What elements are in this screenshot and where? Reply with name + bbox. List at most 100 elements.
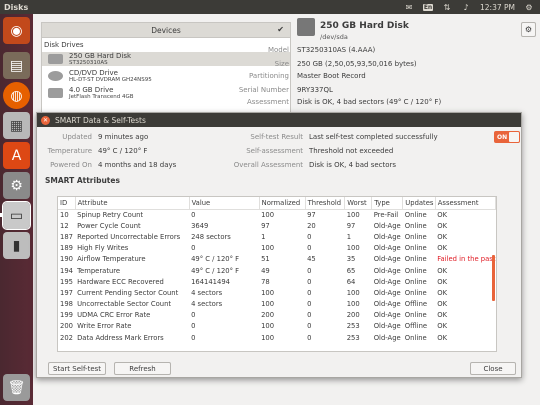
table-cell: Online — [404, 311, 427, 320]
table-cell: 0 — [191, 244, 196, 253]
start-self-test-button[interactable]: Start Self-test — [48, 362, 106, 375]
table-row[interactable]: 12 Power Cycle Count 3649 97 20 97 Old-Age Onli… — [58, 220, 496, 231]
firefox-icon[interactable]: ◍ — [3, 82, 30, 109]
refresh-button[interactable]: Refresh — [114, 362, 171, 375]
keyboard-indicator[interactable]: En — [422, 2, 434, 12]
table-cell: 1 — [261, 232, 266, 241]
table-cell: Old-Age — [373, 311, 401, 320]
table-cell: 4 sectors — [191, 300, 223, 309]
column-header[interactable]: Updates — [402, 197, 436, 210]
table-cell: 0 — [307, 266, 312, 275]
table-row[interactable]: 194 Temperature 49° C / 120° F 49 0 65 Old-Age… — [58, 265, 496, 276]
disk-info-row: Assessment Disk is OK, 4 bad sectors (49°… — [234, 98, 441, 106]
table-row[interactable]: 195 Hardware ECC Recovered 164141494 78 0 64 O… — [58, 276, 496, 287]
smart-attributes-table[interactable]: ID Attribute Value Normalized Threshold … — [57, 196, 497, 352]
table-cell: Online — [404, 221, 427, 230]
table-cell: OK — [437, 244, 448, 253]
table-row[interactable]: 200 Write Error Rate 0 100 0 253 Old-Age Offlin… — [58, 321, 496, 332]
table-scrollbar[interactable] — [492, 255, 495, 301]
table-cell: 100 — [346, 210, 360, 219]
keyboard-layout-label: En — [422, 3, 434, 11]
table-row[interactable]: 202 Data Address Mark Errors 0 100 0 253 Old-A… — [58, 332, 496, 343]
column-header[interactable]: Attribute — [75, 197, 190, 210]
info-key: Powered On — [50, 161, 92, 169]
table-row[interactable]: 199 UDMA CRC Error Rate 0 200 0 200 Old-Age Onl… — [58, 310, 496, 321]
table-row[interactable]: 187 Reported Uncorrectable Errors 248 sect… — [58, 231, 496, 242]
launcher: ◉ ▤ ◍ ▦ A ⚙ ▭ ▮ 🗑 — [0, 14, 33, 405]
power-icon[interactable]: ⚙ — [524, 2, 534, 12]
disks-app-icon[interactable]: ▭ — [2, 201, 31, 230]
info-key: Model — [267, 46, 289, 54]
disk-info-row: Model ST3250310AS (4.AAA) — [234, 46, 375, 54]
table-cell: 189 — [60, 244, 73, 253]
smart-info-row: Self-test Result Last self-test completed… — [207, 133, 437, 141]
info-key: Assessment — [247, 98, 289, 106]
mail-icon[interactable]: ✉ — [404, 2, 414, 12]
hard-disk-icon — [297, 18, 315, 36]
column-header[interactable]: Worst — [344, 197, 373, 210]
column-header[interactable]: Type — [371, 197, 404, 210]
smart-info-row: Overall Assessment Disk is OK, 4 bad sect… — [207, 161, 396, 169]
table-cell: 100 — [261, 288, 275, 297]
table-cell: 190 — [60, 255, 73, 264]
clock[interactable]: 12:37 PM — [480, 3, 515, 12]
toggle-label: ON — [497, 133, 508, 141]
trash-icon[interactable]: 🗑 — [3, 374, 30, 401]
table-cell: 197 — [60, 288, 73, 297]
table-cell: 0 — [307, 333, 312, 342]
smart-enable-toggle[interactable]: ON — [494, 131, 520, 143]
office-document-icon[interactable]: ▦ — [3, 112, 30, 139]
close-icon[interactable]: ✕ — [41, 115, 50, 125]
volume-icon[interactable]: ♪ — [461, 2, 471, 12]
table-cell: 0 — [307, 300, 312, 309]
column-header[interactable]: Assessment — [435, 197, 496, 210]
table-cell: OK — [437, 333, 448, 342]
table-row[interactable]: 190 Airflow Temperature 49° C / 120° F 51 45… — [58, 254, 496, 265]
table-cell: Old-Age — [373, 333, 401, 342]
table-header-row: ID Attribute Value Normalized Threshold … — [58, 197, 496, 210]
table-cell: High Fly Writes — [77, 244, 129, 253]
table-cell: Write Error Rate — [77, 322, 132, 331]
device-model: ST3250310AS — [69, 60, 108, 66]
info-key: Serial Number — [238, 86, 289, 94]
table-cell: OK — [437, 311, 448, 320]
column-header[interactable]: Normalized — [259, 197, 306, 210]
drive-options-button[interactable]: ⚙ — [521, 22, 536, 37]
table-row[interactable]: 189 High Fly Writes 0 100 0 100 Old-Age Online O… — [58, 243, 496, 254]
table-cell: 51 — [261, 255, 270, 264]
table-cell: OK — [437, 288, 448, 297]
table-cell: OK — [437, 300, 448, 309]
table-row[interactable]: 10 Spinup Retry Count 0 100 97 100 Pre-Fail Onl… — [58, 209, 496, 220]
table-cell: Airflow Temperature — [77, 255, 146, 264]
software-center-icon[interactable]: A — [3, 142, 30, 169]
smart-dialog: ✕ SMART Data & Self-Tests Updated 9 minut… — [36, 112, 522, 378]
table-cell: Old-Age — [373, 300, 401, 309]
table-cell: 100 — [261, 300, 275, 309]
table-cell: Offline — [404, 322, 428, 331]
close-button[interactable]: Close — [470, 362, 516, 375]
info-value: Master Boot Record — [297, 72, 366, 80]
table-cell: 100 — [261, 244, 275, 253]
device-model: HL-DT-ST DVDRAM GH24NS95 — [69, 77, 152, 83]
checkmark-icon[interactable]: ✔ — [277, 25, 284, 34]
disk-info-row: Size 250 GB (2,50,05,93,50,016 bytes) — [234, 60, 417, 68]
column-header[interactable]: Value — [189, 197, 260, 210]
table-cell: 78 — [261, 277, 270, 286]
smart-info-row: Temperature 49° C / 120° F — [37, 147, 148, 155]
column-header[interactable]: ID — [58, 197, 76, 210]
info-key: Size — [274, 60, 289, 68]
hard-disk-icon — [48, 54, 63, 64]
network-icon[interactable]: ⇅ — [442, 2, 452, 12]
system-settings-icon[interactable]: ⚙ — [3, 172, 30, 199]
table-cell: Power Cycle Count — [77, 221, 141, 230]
table-cell: Old-Age — [373, 322, 401, 331]
table-cell: Old-Age — [373, 288, 401, 297]
table-row[interactable]: 198 Uncorrectable Sector Count 4 sectors 10… — [58, 299, 496, 310]
files-icon[interactable]: ▤ — [3, 52, 30, 79]
table-row[interactable]: 197 Current Pending Sector Count 4 sectors… — [58, 287, 496, 298]
usb-drive-icon[interactable]: ▮ — [3, 232, 30, 259]
ubuntu-logo-icon[interactable]: ◉ — [3, 17, 30, 44]
table-cell: Online — [404, 232, 427, 241]
table-cell: Old-Age — [373, 266, 401, 275]
column-header[interactable]: Threshold — [305, 197, 346, 210]
